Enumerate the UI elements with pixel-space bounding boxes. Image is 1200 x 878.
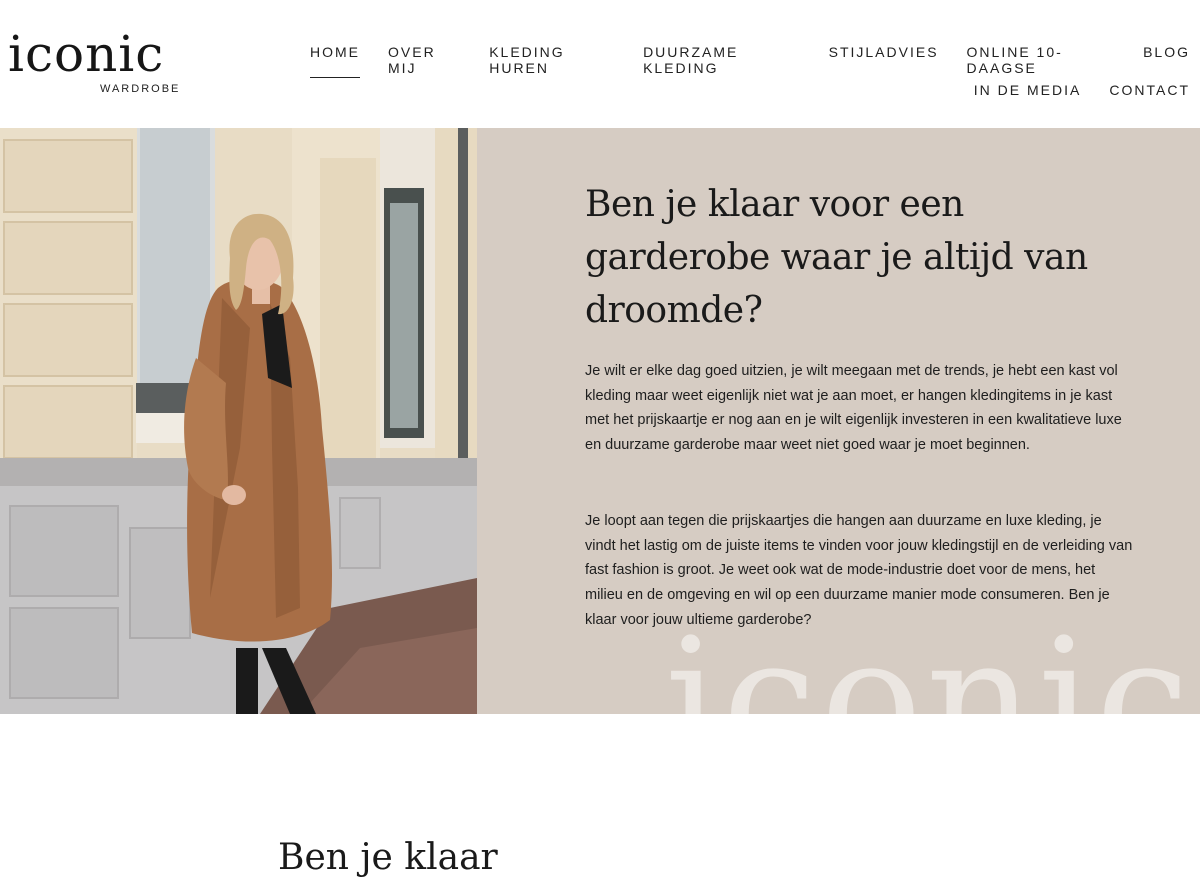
nav-item-in-de-media[interactable]: IN DE MEDIA bbox=[974, 82, 1082, 100]
logo-subtitle: WARDROBE bbox=[100, 83, 181, 95]
nav-row-secondary: IN DE MEDIA CONTACT bbox=[310, 82, 1190, 100]
nav-item-kleding-huren[interactable]: KLEDING HUREN bbox=[489, 44, 615, 78]
nav-item-contact[interactable]: CONTACT bbox=[1109, 82, 1190, 100]
site-header: iconic WARDROBE HOME OVER MIJ KLEDING HU… bbox=[0, 0, 1200, 128]
main-nav: HOME OVER MIJ KLEDING HUREN DUURZAME KLE… bbox=[310, 44, 1190, 100]
intro-panel: iconic Ben je klaar voor een garderobe w… bbox=[477, 128, 1200, 714]
section-heading: Ben je klaar bbox=[278, 837, 498, 878]
nav-item-over-mij[interactable]: OVER MIJ bbox=[388, 44, 461, 78]
nav-item-duurzame-kleding[interactable]: DUURZAME KLEDING bbox=[643, 44, 801, 78]
hero-section: iconic Ben je klaar voor een garderobe w… bbox=[0, 128, 1200, 714]
nav-item-stijladvies[interactable]: STIJLADVIES bbox=[829, 44, 939, 78]
nav-item-home[interactable]: HOME bbox=[310, 44, 360, 78]
logo-wordmark: iconic bbox=[8, 25, 165, 83]
hero-title: Ben je klaar voor een garderobe waar je … bbox=[585, 184, 1088, 331]
logo[interactable]: iconic WARDROBE bbox=[8, 24, 178, 100]
nav-item-blog[interactable]: BLOG bbox=[1143, 44, 1190, 78]
nav-item-online-10-daagse[interactable]: ONLINE 10-DAAGSE bbox=[967, 44, 1116, 78]
intro-paragraph-1: Je wilt er elke dag goed uitzien, je wil… bbox=[585, 363, 1122, 454]
hero-photo bbox=[0, 128, 477, 714]
woman-in-teddy-coat-image bbox=[0, 128, 477, 714]
intro-paragraph-2: Je loopt aan tegen die prijskaartjes die… bbox=[585, 513, 1133, 628]
nav-row-primary: HOME OVER MIJ KLEDING HUREN DUURZAME KLE… bbox=[310, 44, 1190, 78]
